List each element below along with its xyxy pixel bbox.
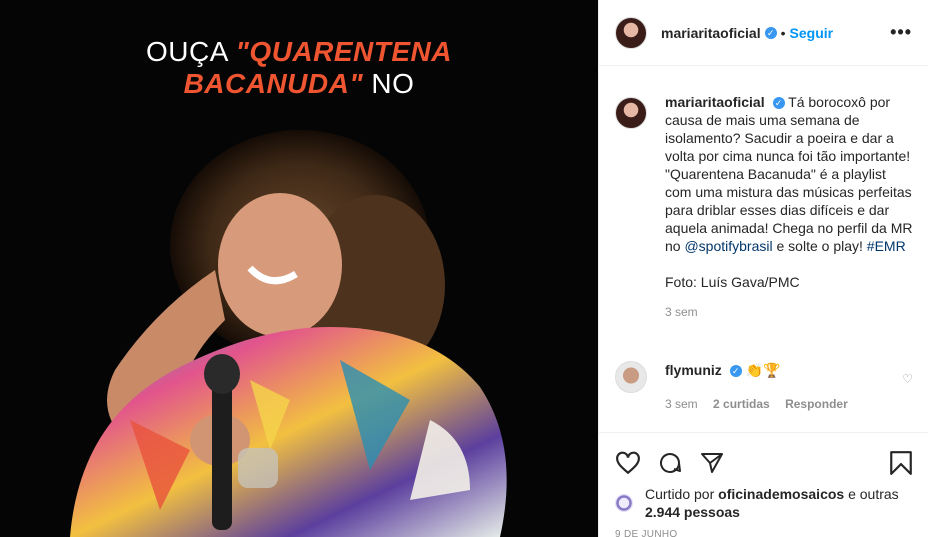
reply-text: 👏🏆	[745, 362, 781, 378]
verified-icon: ✓	[764, 26, 777, 39]
caption-username[interactable]: mariaritaoficial	[665, 94, 765, 110]
liked-by-prefix: Curtido por	[645, 486, 719, 502]
liker-avatar[interactable]	[615, 494, 633, 512]
post-actions: Curtido por oficinademosaicos e outras 2…	[599, 432, 928, 537]
headline-orange-2: BACANUDA"	[183, 68, 364, 99]
commenter-username[interactable]: flymuniz	[665, 362, 722, 378]
caption-time[interactable]: 3 sem	[665, 305, 698, 319]
liked-by-mid: e outras	[844, 486, 899, 502]
author-username[interactable]: mariaritaoficial	[661, 25, 761, 41]
follow-button[interactable]: Seguir	[790, 25, 834, 41]
reply-comment: flymuniz ✓ 👏🏆 3 sem 2 curtidas Responder	[615, 361, 915, 413]
bookmark-icon[interactable]	[889, 450, 913, 476]
caption-text-2: e solte o play!	[772, 238, 867, 254]
verified-icon: ✓	[729, 365, 742, 378]
mention-link[interactable]: @spotifybrasil	[684, 238, 772, 254]
comment-like-heart-icon[interactable]: ♡	[902, 372, 913, 386]
photo-credit: Foto: Luís Gava/PMC	[665, 274, 800, 290]
liked-by-text: Curtido por oficinademosaicos e outras 2…	[645, 485, 913, 521]
liked-by-user[interactable]: oficinademosaicos	[718, 486, 844, 502]
separator-dot: •	[780, 24, 786, 41]
caption-meta: 3 sem	[665, 303, 915, 321]
post-headline: OUÇA "QUARENTENA BACANUDA" NO	[0, 36, 598, 100]
liked-by-line: Curtido por oficinademosaicos e outras 2…	[615, 485, 913, 521]
commenter-avatar[interactable]	[615, 361, 647, 393]
caption-comment: mariaritaoficial ✓ Tá borocoxô por causa…	[615, 93, 915, 321]
more-options-icon[interactable]: •••	[890, 22, 912, 43]
post-side-panel: mariaritaoficial ✓ • Seguir ••• mariarit…	[598, 0, 928, 537]
headline-white-1: OUÇA	[146, 36, 236, 67]
reply-button[interactable]: Responder	[785, 397, 848, 411]
comment-icon[interactable]	[657, 451, 683, 475]
reply-time[interactable]: 3 sem	[665, 397, 698, 411]
verified-icon: ✓	[772, 97, 785, 110]
comments-section[interactable]: mariaritaoficial ✓ Tá borocoxô por causa…	[599, 67, 928, 431]
post-date[interactable]: 9 DE JUNHO	[615, 529, 913, 537]
author-avatar[interactable]	[615, 16, 647, 49]
caption-text-1: Tá borocoxô por causa de mais uma semana…	[665, 94, 913, 254]
headline-orange-1: "QUARENTENA	[235, 36, 452, 67]
hashtag-link[interactable]: #EMR	[867, 238, 906, 254]
caption-avatar[interactable]	[615, 97, 647, 129]
post-image[interactable]: OUÇA "QUARENTENA BACANUDA" NO	[0, 0, 598, 537]
reply-body: flymuniz ✓ 👏🏆 3 sem 2 curtidas Responder	[665, 361, 915, 413]
caption-body: mariaritaoficial ✓ Tá borocoxô por causa…	[665, 93, 915, 321]
headline-white-2: NO	[363, 68, 415, 99]
reply-meta: 3 sem 2 curtidas Responder	[665, 395, 915, 413]
heart-icon[interactable]	[615, 451, 641, 475]
share-icon[interactable]	[699, 451, 725, 475]
liked-by-count[interactable]: 2.944 pessoas	[645, 504, 740, 520]
post-header: mariaritaoficial ✓ • Seguir •••	[599, 0, 928, 66]
reply-likes[interactable]: 2 curtidas	[713, 397, 770, 411]
action-icons	[615, 443, 913, 483]
